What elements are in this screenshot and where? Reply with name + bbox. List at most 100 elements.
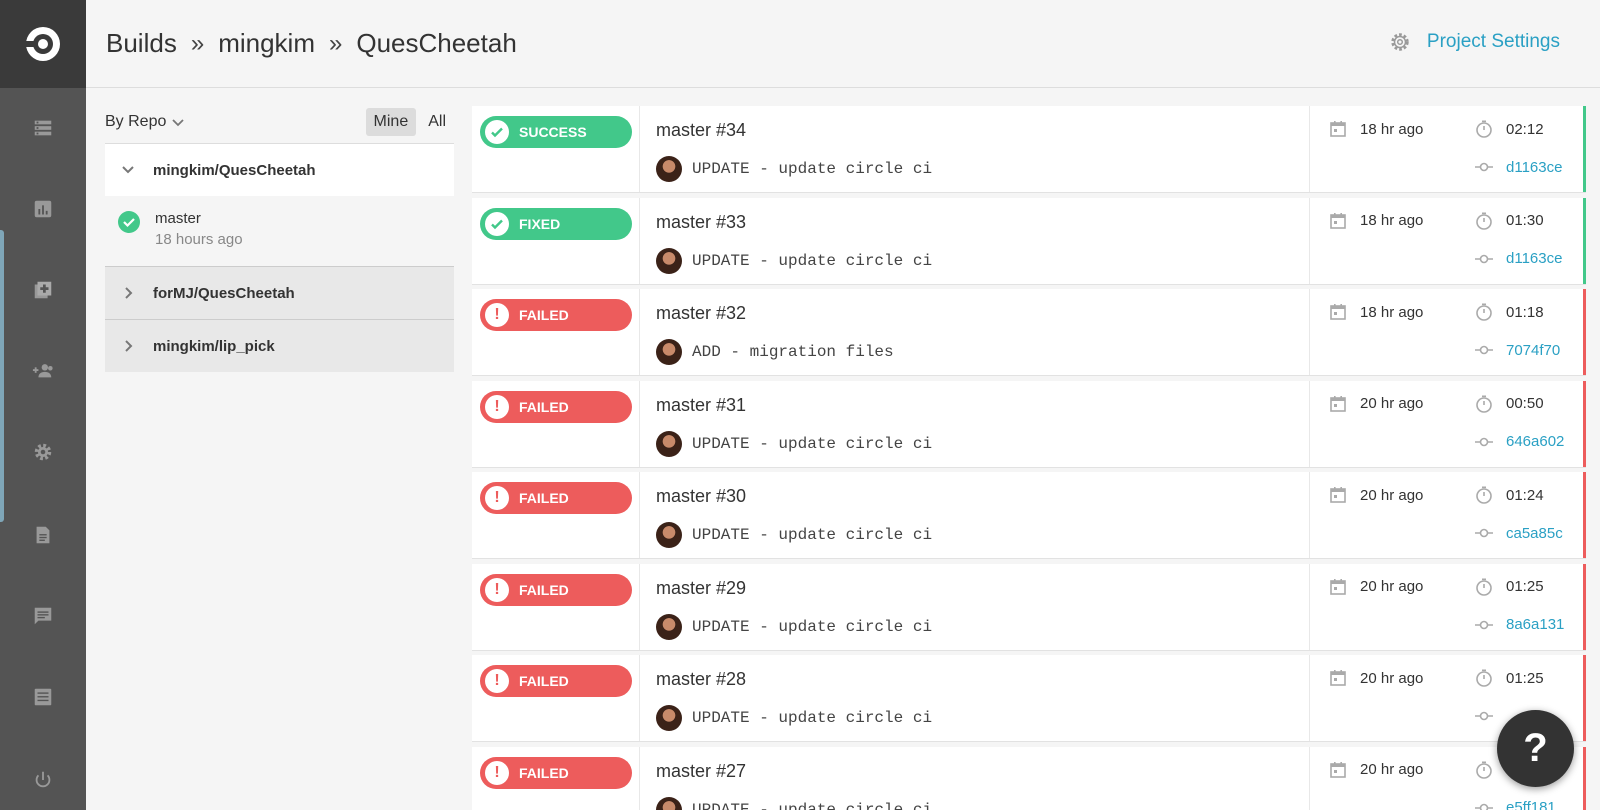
status-badge[interactable]: ! FAILED <box>480 665 632 697</box>
changelog-icon <box>34 688 52 706</box>
status-icon: ! <box>485 577 509 602</box>
repo-name: mingkim/lip_pick <box>153 337 275 355</box>
build-row[interactable]: ! FAILED master #27 UPDATE - update circle … <box>472 746 1586 810</box>
nav-docs[interactable] <box>0 515 86 555</box>
exclamation-icon: ! <box>494 580 500 598</box>
build-when: 20 hr ago <box>1360 578 1424 595</box>
status-bar <box>1583 746 1586 810</box>
build-info: master #27 UPDATE - update circle ci <box>640 746 1310 810</box>
breadcrumb-separator: » <box>190 29 205 57</box>
duration-value: 02:12 <box>1506 120 1544 138</box>
breadcrumb-org[interactable]: mingkim <box>218 28 315 59</box>
build-title[interactable]: master #29 <box>656 578 746 599</box>
breadcrumb-project[interactable]: QuesCheetah <box>356 28 516 59</box>
stopwatch-icon <box>1476 578 1492 596</box>
commit-sha-link[interactable]: 8a6a131 <box>1506 616 1564 633</box>
stopwatch-icon <box>1476 303 1492 321</box>
branch-row[interactable]: master 18 hours ago <box>105 196 454 266</box>
nav-logout[interactable] <box>0 760 86 800</box>
build-title[interactable]: master #30 <box>656 486 746 507</box>
nav-team[interactable] <box>0 351 86 391</box>
build-info: master #30 UPDATE - update circle ci <box>640 472 1310 558</box>
build-row[interactable]: ! FAILED master #30 UPDATE - update circle … <box>472 472 1586 559</box>
build-commit: d1163ce <box>1474 249 1562 269</box>
calendar-icon <box>1330 304 1346 320</box>
exclamation-icon: ! <box>494 397 500 415</box>
page-header: Builds » mingkim » QuesCheetah Project S… <box>86 0 1600 88</box>
build-title[interactable]: master #27 <box>656 761 746 782</box>
build-title[interactable]: master #32 <box>656 303 746 324</box>
commit-sha-link[interactable]: e5ff181 <box>1506 799 1556 810</box>
settings-icon <box>34 443 52 461</box>
build-info: master #33 UPDATE - update circle ci <box>640 197 1310 284</box>
commit-icon <box>1475 711 1493 721</box>
build-title[interactable]: master #34 <box>656 120 746 141</box>
status-badge[interactable]: ! FAILED <box>480 390 632 423</box>
status-badge[interactable]: FIXED <box>480 207 632 240</box>
commit-sha-link[interactable]: 7074f70 <box>1506 342 1560 359</box>
build-commit <box>1474 706 1506 726</box>
status-label: FAILED <box>519 490 569 506</box>
calendar-icon <box>1330 121 1346 137</box>
exclamation-icon: ! <box>494 306 500 323</box>
commit-message: UPDATE - update circle ci <box>692 526 933 544</box>
status-badge[interactable]: ! FAILED <box>480 756 632 789</box>
stopwatch-icon <box>1476 669 1492 687</box>
breadcrumb-builds[interactable]: Builds <box>106 28 177 59</box>
build-row[interactable]: ! FAILED master #28 UPDATE - update circle … <box>472 655 1586 742</box>
commit-sha-link[interactable]: 646a602 <box>1506 433 1564 450</box>
nav-changelog[interactable] <box>0 677 86 717</box>
build-date: 20 hr ago <box>1328 760 1423 780</box>
build-row[interactable]: ! FAILED master #32 ADD - migration files 18… <box>472 289 1586 376</box>
build-meta: 18 hr ago 02:12 d1163ce <box>1310 106 1583 192</box>
repo-row[interactable]: mingkim/QuesCheetah <box>105 144 454 196</box>
status-bar <box>1583 106 1586 192</box>
repo-row[interactable]: mingkim/lip_pick <box>105 319 454 372</box>
commit-info: UPDATE - update circle ci <box>656 613 932 640</box>
nav-support[interactable] <box>0 596 86 636</box>
build-info: master #31 UPDATE - update circle ci <box>640 380 1310 467</box>
build-row[interactable]: ! FAILED master #29 UPDATE - update circle … <box>472 563 1586 651</box>
build-date: 20 hr ago <box>1328 668 1423 688</box>
build-title[interactable]: master #31 <box>656 395 746 416</box>
project-settings-link[interactable]: Project Settings <box>1389 31 1560 53</box>
build-date: 18 hr ago <box>1328 302 1423 322</box>
filter-all-button[interactable]: All <box>420 108 454 136</box>
build-title[interactable]: master #33 <box>656 212 746 233</box>
repo-row[interactable]: forMJ/QuesCheetah <box>105 266 454 319</box>
status-badge[interactable]: ! FAILED <box>480 299 632 331</box>
build-when: 18 hr ago <box>1360 120 1424 138</box>
commit-icon <box>1475 345 1493 355</box>
chevron-down-icon <box>122 166 134 174</box>
circleci-logo[interactable] <box>0 0 86 88</box>
status-badge[interactable]: ! FAILED <box>480 573 632 606</box>
build-row[interactable]: ! FAILED master #31 UPDATE - update circle … <box>472 380 1586 468</box>
commit-sha-link[interactable]: ca5a85c <box>1506 525 1563 542</box>
build-row[interactable]: FIXED master #33 UPDATE - update circle ci… <box>472 197 1586 285</box>
commit-sha-link[interactable]: d1163ce <box>1506 250 1562 267</box>
group-by-dropdown[interactable]: By Repo <box>105 113 186 131</box>
duration-value: 01:30 <box>1506 212 1544 229</box>
success-check-icon <box>118 211 140 233</box>
breadcrumb-separator: » <box>328 29 343 57</box>
build-date: 20 hr ago <box>1328 394 1423 414</box>
build-info: master #29 UPDATE - update circle ci <box>640 563 1310 650</box>
calendar-icon <box>1330 395 1346 412</box>
exclamation-icon: ! <box>494 763 500 781</box>
commit-sha-link[interactable]: d1163ce <box>1506 159 1562 176</box>
support-icon <box>34 607 52 625</box>
help-button[interactable]: ? <box>1497 710 1574 787</box>
nav-insights[interactable] <box>0 189 86 229</box>
build-title[interactable]: master #28 <box>656 669 746 690</box>
nav-builds[interactable] <box>0 108 86 148</box>
nav-add-projects[interactable] <box>0 270 86 310</box>
duration-value: 01:18 <box>1506 303 1544 321</box>
status-bar <box>1583 197 1586 284</box>
nav-rail <box>0 0 86 810</box>
build-row[interactable]: SUCCESS master #34 UPDATE - update circle … <box>472 106 1586 193</box>
status-badge[interactable]: ! FAILED <box>480 482 632 514</box>
nav-settings[interactable] <box>0 432 86 472</box>
repo-name: mingkim/QuesCheetah <box>153 161 316 179</box>
status-badge[interactable]: SUCCESS <box>480 116 632 148</box>
filter-mine-button[interactable]: Mine <box>365 107 417 136</box>
